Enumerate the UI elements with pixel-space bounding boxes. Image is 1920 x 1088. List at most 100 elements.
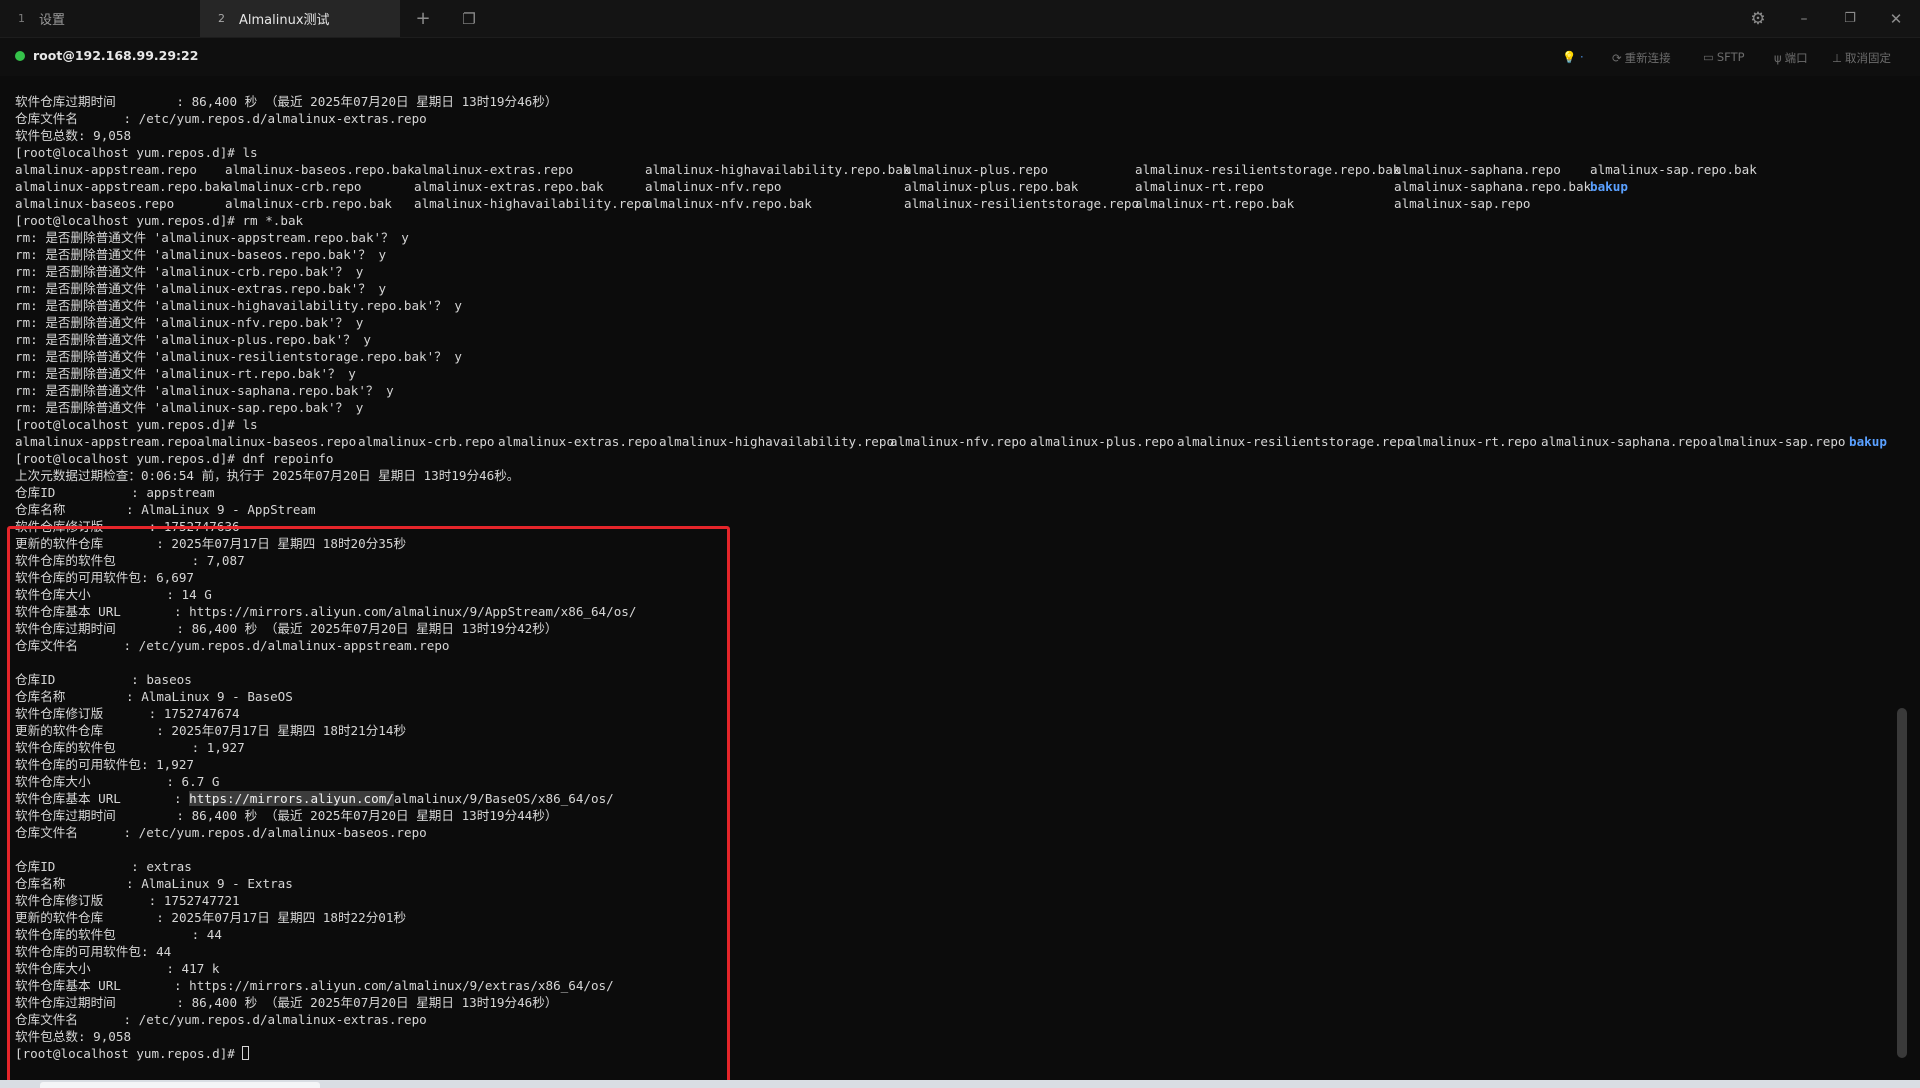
- terminal-line: rm: 是否删除普通文件 'almalinux-crb.repo.bak'？ y: [15, 264, 364, 279]
- terminal-line: 软件仓库修订版 : 1752747721: [15, 893, 240, 908]
- ls-entry: almalinux-sap.repo.bak: [1590, 162, 1757, 177]
- terminal-line: [root@localhost yum.repos.d]# rm *.bak: [15, 213, 304, 228]
- terminal-line: rm: 是否删除普通文件 'almalinux-extras.repo.bak'…: [15, 281, 387, 296]
- new-tab-icon[interactable]: +: [403, 0, 443, 37]
- ls-entry: almalinux-highavailability.repo: [414, 196, 650, 211]
- ls-entry: almalinux-extras.repo: [498, 434, 658, 449]
- terminal-line: 仓库ID : baseos: [15, 672, 192, 687]
- ls-entry: almalinux-appstream.repo.bak: [15, 179, 228, 194]
- ls-output-row: almalinux-appstream.repo almalinux-baseo…: [15, 433, 1887, 450]
- tab-list-icon[interactable]: ❐: [449, 0, 489, 37]
- ls-entry: almalinux-crb.repo: [225, 179, 362, 194]
- tab-settings[interactable]: 1 设置: [0, 0, 200, 37]
- sftp-label: SFTP: [1716, 50, 1745, 64]
- ls-entry: almalinux-appstream.repo: [15, 162, 197, 177]
- ls-entry: almalinux-saphana.repo.bak: [1394, 179, 1592, 194]
- ls-entry: almalinux-baseos.repo: [197, 434, 357, 449]
- terminal-line: 软件包总数: 9,058: [15, 1029, 132, 1044]
- bottom-strip: [0, 1080, 1920, 1088]
- ls-entry: almalinux-resilientstorage.repo: [904, 196, 1140, 211]
- terminal-scrollbar[interactable]: [1890, 76, 1920, 1080]
- ls-entry: almalinux-rt.repo: [1135, 179, 1264, 194]
- restore-icon[interactable]: ❐: [1830, 0, 1870, 37]
- terminal-line: rm: 是否删除普通文件 'almalinux-plus.repo.bak'？ …: [15, 332, 371, 347]
- terminal-line-url-selected: 软件仓库基本 URL : https://mirrors.aliyun.com/…: [15, 790, 636, 807]
- ls-entry: almalinux-saphana.repo: [1541, 434, 1708, 449]
- pin-icon: ⊥: [1832, 51, 1843, 65]
- ls-entry: almalinux-crb.repo.bak: [225, 196, 392, 211]
- minimize-icon[interactable]: –: [1784, 0, 1824, 37]
- repoinfo-output-tail: 软件仓库过期时间 : 86,400 秒 （最近 2025年07月20日 星期日 …: [15, 807, 636, 1045]
- ls-directory-entry: bakup: [1590, 179, 1628, 194]
- terminal-line: 仓库ID : appstream: [15, 485, 215, 500]
- ls-entry: almalinux-nfv.repo.bak: [645, 196, 812, 211]
- terminal-line: 软件仓库的可用软件包: 6,697: [15, 570, 195, 585]
- ls-output-row: almalinux-baseos.repo almalinux-crb.repo…: [15, 195, 1530, 212]
- url-label: 软件仓库基本 URL :: [15, 791, 190, 806]
- terminal-line: [root@localhost yum.repos.d]# dnf repoin…: [15, 451, 334, 466]
- connection-status-icon: [15, 51, 25, 61]
- session-host: root@192.168.99.29:22: [33, 48, 199, 63]
- terminal-line: 软件仓库的软件包 : 7,087: [15, 553, 245, 568]
- terminal-line: rm: 是否删除普通文件 'almalinux-saphana.repo.bak…: [15, 383, 394, 398]
- terminal-line: 仓库名称 : AlmaLinux 9 - AppStream: [15, 502, 316, 517]
- terminal-output[interactable]: 软件仓库过期时间 : 86,400 秒 （最近 2025年07月20日 星期日 …: [0, 76, 1890, 1080]
- rm-output: [root@localhost yum.repos.d]# rm *.bak rm…: [15, 212, 636, 433]
- unpin-label: 取消固定: [1845, 51, 1892, 65]
- ls-entry: almalinux-sap.repo: [1394, 196, 1531, 211]
- terminal-line: 更新的软件仓库 : 2025年07月17日 星期四 18时20分35秒: [15, 536, 407, 551]
- ls-entry: almalinux-plus.repo.bak: [904, 179, 1079, 194]
- sftp-button[interactable]: ▭ SFTP: [1703, 50, 1745, 64]
- folder-icon: ▭: [1703, 50, 1714, 64]
- ls-output-row: almalinux-appstream.repo almalinux-baseo…: [15, 161, 1757, 178]
- lamp-icon[interactable]: 💡 ·: [1562, 50, 1584, 64]
- terminal-line: 软件仓库修订版 : 1752747674: [15, 706, 240, 721]
- terminal-line: 软件仓库过期时间 : 86,400 秒 （最近 2025年07月20日 星期日 …: [15, 94, 558, 109]
- reconnect-label: 重新连接: [1624, 51, 1671, 65]
- ls-entry: almalinux-plus.repo: [1030, 434, 1175, 449]
- tab-number: 2: [218, 12, 225, 25]
- tab-label: 设置: [39, 13, 66, 28]
- ls-entry: almalinux-rt.repo: [1408, 434, 1537, 449]
- terminal-line: rm: 是否删除普通文件 'almalinux-nfv.repo.bak'？ y: [15, 315, 364, 330]
- ls-entry: almalinux-saphana.repo: [1394, 162, 1561, 177]
- terminal-prompt-line[interactable]: [root@localhost yum.repos.d]#: [15, 1045, 636, 1062]
- terminal-line: 仓库文件名 : /etc/yum.repos.d/almalinux-appst…: [15, 638, 450, 653]
- terminal-line: 更新的软件仓库 : 2025年07月17日 星期四 18时21分14秒: [15, 723, 407, 738]
- selected-text[interactable]: https://mirrors.aliyun.com/: [189, 791, 394, 806]
- terminal-line: 软件包总数: 9,058: [15, 128, 132, 143]
- reconnect-button[interactable]: ⟳ 重新连接: [1612, 50, 1671, 66]
- terminal-line: rm: 是否删除普通文件 'almalinux-sap.repo.bak'？ y: [15, 400, 364, 415]
- ls-entry: almalinux-extras.repo: [414, 162, 574, 177]
- terminal-line: 仓库名称 : AlmaLinux 9 - Extras: [15, 876, 293, 891]
- scrollbar-thumb[interactable]: [1897, 708, 1907, 1058]
- port-label: 端口: [1784, 51, 1808, 65]
- ls-output-row: almalinux-appstream.repo.bak almalinux-c…: [15, 178, 1628, 195]
- ls-entry: almalinux-nfv.repo: [645, 179, 782, 194]
- terminal-line: 软件仓库修订版 : 1752747636: [15, 519, 240, 534]
- unpin-button[interactable]: ⊥ 取消固定: [1832, 50, 1891, 66]
- ls-entry: almalinux-extras.repo.bak: [414, 179, 604, 194]
- settings-gear-icon[interactable]: ⚙: [1738, 0, 1778, 37]
- terminal-line: 仓库文件名 : /etc/yum.repos.d/almalinux-extra…: [15, 1012, 427, 1027]
- bottom-tab-hint: [40, 1082, 320, 1088]
- terminal-line: rm: 是否删除普通文件 'almalinux-appstream.repo.b…: [15, 230, 409, 245]
- close-icon[interactable]: ✕: [1876, 0, 1916, 37]
- terminal-line: 仓库文件名 : /etc/yum.repos.d/almalinux-extra…: [15, 111, 427, 126]
- terminal-line: 仓库ID : extras: [15, 859, 192, 874]
- terminal-line: 软件仓库的可用软件包: 1,927: [15, 757, 195, 772]
- ls-entry: almalinux-sap.repo: [1709, 434, 1846, 449]
- session-bar: root@192.168.99.29:22 💡 · ⟳ 重新连接 ▭ SFTP ψ端…: [0, 38, 1920, 76]
- terminal-line: 软件仓库大小 : 417 k: [15, 961, 220, 976]
- terminal-line: [root@localhost yum.repos.d]# ls: [15, 417, 258, 432]
- tab-label: Almalinux测试: [239, 13, 330, 28]
- port-button[interactable]: ψ 端口: [1774, 50, 1808, 66]
- ls-entry: almalinux-rt.repo.bak: [1135, 196, 1295, 211]
- repoinfo-output: [root@localhost yum.repos.d]# dnf repoin…: [15, 450, 636, 790]
- tab-almalinux-test[interactable]: 2 Almalinux测试: [200, 0, 400, 37]
- shell-prompt: [root@localhost yum.repos.d]#: [15, 1046, 243, 1061]
- ls-entry: almalinux-nfv.repo: [890, 434, 1027, 449]
- ls-entry: almalinux-resilientstorage.repo: [1177, 434, 1413, 449]
